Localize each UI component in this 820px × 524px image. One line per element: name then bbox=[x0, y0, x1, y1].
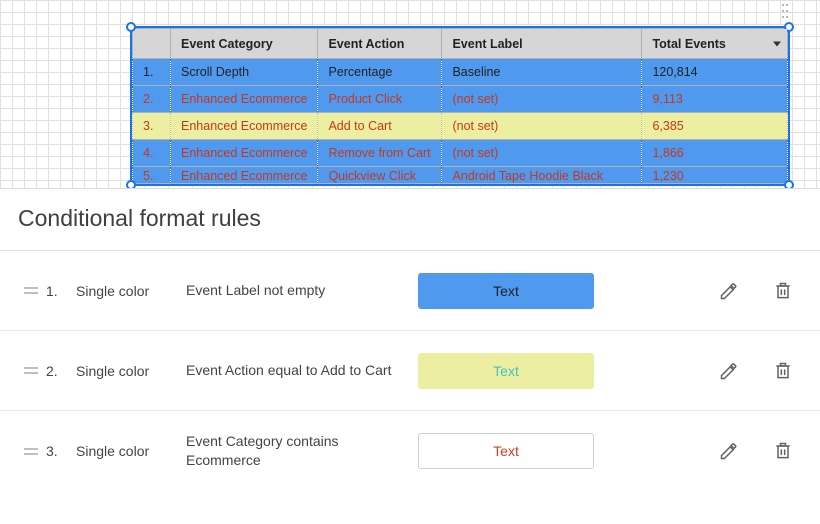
cell-total-events: 9,113 bbox=[642, 86, 788, 113]
cell-event-label: (not set) bbox=[442, 113, 642, 140]
rule-drag-handle[interactable] bbox=[24, 287, 42, 294]
cell-event-action: Remove from Cart bbox=[318, 140, 442, 167]
rule-type: Single color bbox=[76, 443, 186, 459]
rule-type: Single color bbox=[76, 363, 186, 379]
rule-number: 1. bbox=[46, 283, 76, 299]
rule-preview-swatch: Text bbox=[418, 433, 594, 469]
cell-event-label: (not set) bbox=[442, 86, 642, 113]
delete-rule-button[interactable] bbox=[770, 358, 796, 384]
canvas-grid: Event Category Event Action Event Label … bbox=[0, 0, 820, 188]
cell-event-category: Scroll Depth bbox=[171, 59, 318, 86]
rule-condition: Event Label not empty bbox=[186, 281, 418, 300]
cell-total-events: 1,230 bbox=[642, 167, 788, 184]
cell-event-label: Android Tape Hoodie Black bbox=[442, 167, 642, 184]
pencil-icon bbox=[719, 441, 739, 461]
row-index: 1. bbox=[133, 59, 171, 86]
widget-drag-handle[interactable] bbox=[782, 4, 790, 18]
rule-preview-label: Text bbox=[493, 283, 519, 299]
conditional-format-panel: Conditional format rules 1. Single color… bbox=[0, 188, 820, 524]
row-index: 3. bbox=[133, 113, 171, 140]
delete-rule-button[interactable] bbox=[770, 438, 796, 464]
cell-event-action: Quickview Click bbox=[318, 167, 442, 184]
rule-preview-swatch: Text bbox=[418, 353, 594, 389]
delete-rule-button[interactable] bbox=[770, 278, 796, 304]
row-index: 2. bbox=[133, 86, 171, 113]
events-table: Event Category Event Action Event Label … bbox=[132, 28, 788, 184]
cell-event-action: Add to Cart bbox=[318, 113, 442, 140]
selection-handle-tl[interactable] bbox=[126, 22, 136, 32]
header-event-action[interactable]: Event Action bbox=[318, 29, 442, 59]
table-row[interactable]: 1. Scroll Depth Percentage Baseline 120,… bbox=[133, 59, 788, 86]
rule-preview-label: Text bbox=[493, 363, 519, 379]
table-row[interactable]: 2. Enhanced Ecommerce Product Click (not… bbox=[133, 86, 788, 113]
row-index: 5. bbox=[133, 167, 171, 184]
cell-event-action: Percentage bbox=[318, 59, 442, 86]
header-total-events-label: Total Events bbox=[652, 37, 725, 51]
rule-condition: Event Category contains Ecommerce bbox=[186, 432, 418, 470]
cell-event-category: Enhanced Ecommerce bbox=[171, 113, 318, 140]
cell-total-events: 6,385 bbox=[642, 113, 788, 140]
format-rule: 1. Single color Event Label not empty Te… bbox=[0, 251, 820, 331]
rule-drag-handle[interactable] bbox=[24, 448, 42, 455]
trash-icon bbox=[773, 361, 793, 381]
cell-event-category: Enhanced Ecommerce bbox=[171, 167, 318, 184]
table-header-row: Event Category Event Action Event Label … bbox=[133, 29, 788, 59]
table-row[interactable]: 3. Enhanced Ecommerce Add to Cart (not s… bbox=[133, 113, 788, 140]
cell-event-label: (not set) bbox=[442, 140, 642, 167]
rule-preview-label: Text bbox=[493, 443, 519, 459]
rule-condition: Event Action equal to Add to Cart bbox=[186, 361, 418, 380]
rule-number: 3. bbox=[46, 443, 76, 459]
cell-total-events: 1,866 bbox=[642, 140, 788, 167]
table-row[interactable]: 5. Enhanced Ecommerce Quickview Click An… bbox=[133, 167, 788, 184]
panel-title: Conditional format rules bbox=[0, 189, 820, 251]
edit-rule-button[interactable] bbox=[716, 358, 742, 384]
sort-desc-icon bbox=[773, 41, 781, 46]
header-total-events[interactable]: Total Events bbox=[642, 29, 788, 59]
edit-rule-button[interactable] bbox=[716, 278, 742, 304]
format-rule: 2. Single color Event Action equal to Ad… bbox=[0, 331, 820, 411]
row-index: 4. bbox=[133, 140, 171, 167]
cell-event-category: Enhanced Ecommerce bbox=[171, 86, 318, 113]
cell-event-action: Product Click bbox=[318, 86, 442, 113]
rule-drag-handle[interactable] bbox=[24, 367, 42, 374]
pencil-icon bbox=[719, 281, 739, 301]
header-event-category[interactable]: Event Category bbox=[171, 29, 318, 59]
cell-event-category: Enhanced Ecommerce bbox=[171, 140, 318, 167]
rule-type: Single color bbox=[76, 283, 186, 299]
cell-total-events: 120,814 bbox=[642, 59, 788, 86]
trash-icon bbox=[773, 441, 793, 461]
rule-preview-swatch: Text bbox=[418, 273, 594, 309]
rule-number: 2. bbox=[46, 363, 76, 379]
edit-rule-button[interactable] bbox=[716, 438, 742, 464]
trash-icon bbox=[773, 281, 793, 301]
table-widget[interactable]: Event Category Event Action Event Label … bbox=[130, 26, 790, 186]
cell-event-label: Baseline bbox=[442, 59, 642, 86]
table-row[interactable]: 4. Enhanced Ecommerce Remove from Cart (… bbox=[133, 140, 788, 167]
format-rule: 3. Single color Event Category contains … bbox=[0, 411, 820, 491]
header-index[interactable] bbox=[133, 29, 171, 59]
header-event-label[interactable]: Event Label bbox=[442, 29, 642, 59]
pencil-icon bbox=[719, 361, 739, 381]
